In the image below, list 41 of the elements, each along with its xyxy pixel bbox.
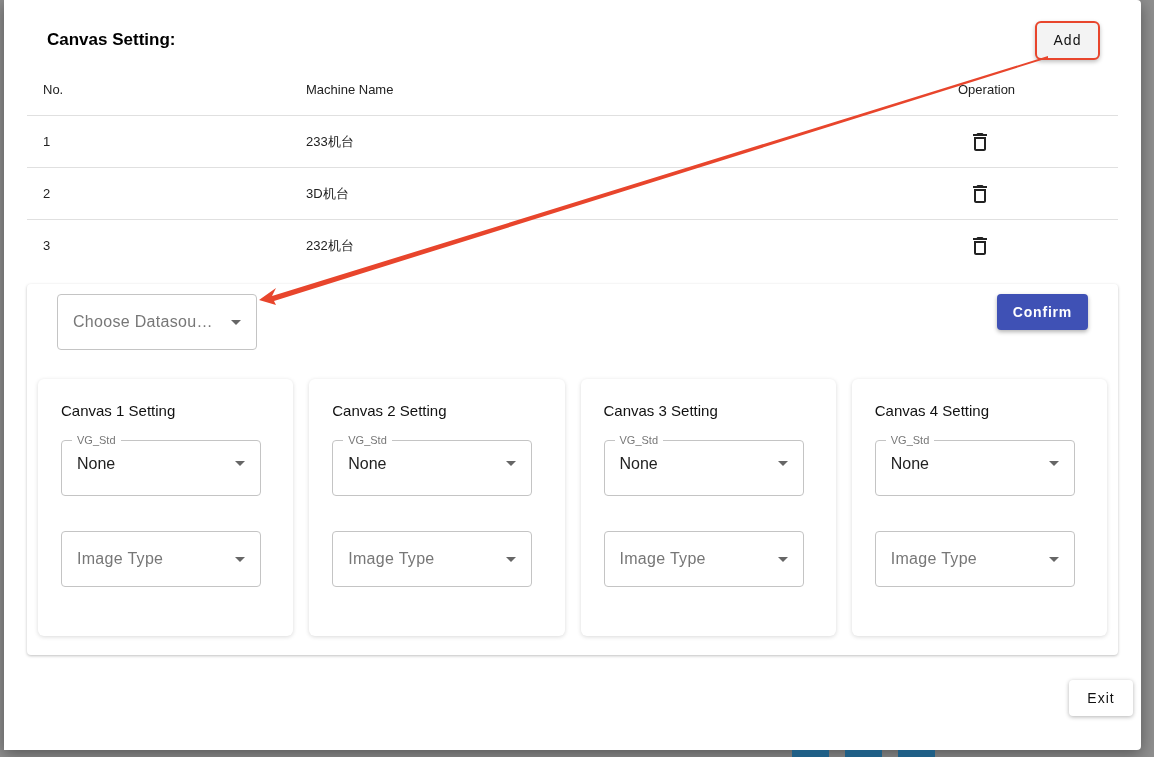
dialog-title: Canvas Setting: (47, 29, 176, 51)
table-cell-text: 1 (43, 132, 52, 151)
canvas-title: Canvas 4 Setting (874, 401, 990, 421)
caret-icon (777, 556, 788, 562)
caret-icon (231, 319, 241, 325)
caret-icon (1048, 556, 1059, 562)
column-header: No. (43, 81, 65, 100)
column-header: Machine Name (306, 81, 395, 100)
caret-icon (235, 556, 245, 562)
select-field[interactable]: Image Type (603, 531, 804, 587)
trash-icon[interactable] (973, 184, 987, 203)
select-field[interactable]: Choose Datasou… (57, 294, 257, 350)
select-field[interactable]: Image Type (332, 531, 533, 587)
backdrop-block (792, 750, 829, 757)
canvas-title: Canvas 2 Setting (332, 401, 448, 421)
caret-icon (235, 461, 245, 466)
column-header: Operation (958, 81, 1016, 100)
caret-icon (506, 556, 517, 562)
select-field[interactable]: Image Type (874, 531, 1075, 587)
add-button[interactable]: Add (1035, 21, 1100, 60)
trash-icon[interactable] (973, 132, 987, 151)
caret-icon (777, 461, 788, 466)
caret-icon (1048, 461, 1059, 466)
canvas-title: Canvas 3 Setting (603, 401, 719, 421)
exit-button[interactable]: Exit (1069, 680, 1133, 716)
select-field[interactable]: Image Type (61, 531, 261, 587)
table-cell-text: 3D机台 (306, 184, 350, 203)
confirm-button[interactable]: Confirm (997, 294, 1088, 330)
caret-icon (506, 461, 517, 466)
table-cell-text: 3 (43, 237, 52, 256)
table-cell-text: 232机台 (306, 237, 355, 256)
select-field[interactable]: VG_Std None (603, 433, 804, 496)
select-field[interactable]: VG_Std None (332, 433, 533, 496)
select-field[interactable]: VG_Std None (874, 433, 1075, 496)
backdrop-block (845, 750, 882, 757)
table-cell-text: 233机台 (306, 132, 355, 151)
table-cell-text: 2 (43, 184, 52, 203)
select-field[interactable]: VG_Std None (61, 433, 261, 496)
backdrop-block (898, 750, 935, 757)
trash-icon[interactable] (973, 237, 987, 255)
canvas-title: Canvas 1 Setting (61, 401, 177, 421)
